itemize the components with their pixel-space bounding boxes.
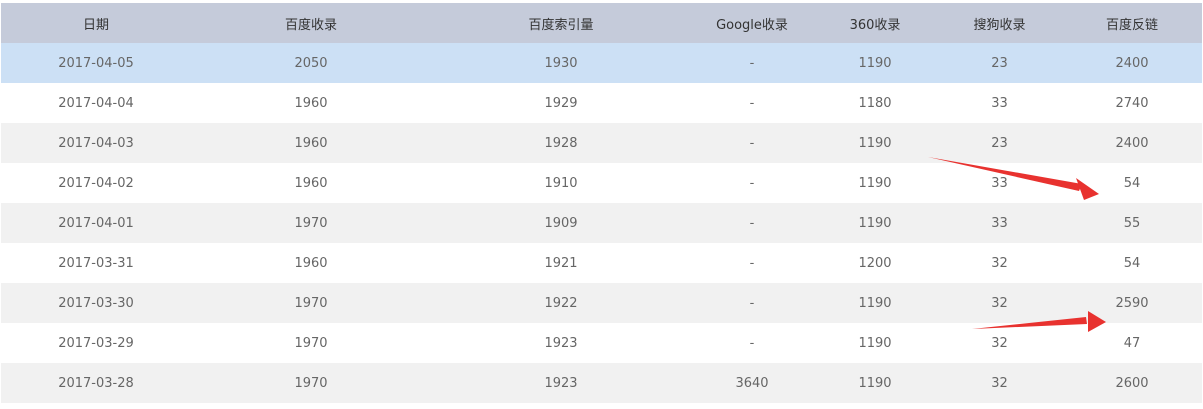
- cell-baidu-indexed: 2050: [294, 55, 328, 71]
- table-row[interactable]: 2017-04-03 1960 1928 - 1190 23 2400: [1, 123, 1202, 163]
- table-body: 2017-04-05 2050 1930 - 1190 23 2400 2017…: [1, 43, 1202, 403]
- cell-360-indexed: 1180: [858, 95, 892, 111]
- table-header-row: 日期 百度收录 百度索引量 Google收录 360收录 搜狗收录 百度反链: [1, 3, 1202, 43]
- seo-stats-table-container: 日期 百度收录 百度索引量 Google收录 360收录 搜狗收录 百度反链 2…: [1, 3, 1202, 403]
- table-row[interactable]: 2017-04-04 1960 1929 - 1180 33 2740: [1, 83, 1202, 123]
- cell-baidu-index-volume: 1922: [544, 295, 578, 311]
- cell-baidu-indexed: 1960: [294, 135, 328, 151]
- cell-date: 2017-03-31: [58, 255, 134, 271]
- table-row[interactable]: 2017-04-05 2050 1930 - 1190 23 2400: [1, 43, 1202, 83]
- cell-google-indexed: -: [749, 255, 755, 271]
- cell-baidu-backlinks: 54: [1123, 255, 1141, 271]
- cell-360-indexed: 1190: [858, 215, 892, 231]
- table-row[interactable]: 2017-03-30 1970 1922 - 1190 32 2590: [1, 283, 1202, 323]
- cell-google-indexed: -: [749, 55, 755, 71]
- column-header-date[interactable]: 日期: [1, 3, 191, 43]
- cell-baidu-backlinks: 47: [1123, 335, 1141, 351]
- cell-baidu-backlinks: 2400: [1115, 55, 1149, 71]
- cell-360-indexed: 1200: [858, 255, 892, 271]
- cell-sogou-indexed: 32: [991, 335, 1008, 351]
- cell-baidu-indexed: 1960: [294, 255, 328, 271]
- cell-sogou-indexed: 32: [991, 295, 1008, 311]
- column-header-baidu-indexed[interactable]: 百度收录: [191, 3, 431, 43]
- cell-date: 2017-03-30: [58, 295, 134, 311]
- cell-baidu-index-volume: 1930: [544, 55, 578, 71]
- cell-baidu-indexed: 1960: [294, 95, 328, 111]
- cell-baidu-index-volume: 1928: [544, 135, 578, 151]
- cell-date: 2017-04-05: [58, 55, 134, 71]
- cell-sogou-indexed: 33: [991, 175, 1008, 191]
- cell-baidu-index-volume: 1929: [544, 95, 578, 111]
- column-header-baidu-backlinks[interactable]: 百度反链: [1062, 3, 1202, 43]
- cell-baidu-index-volume: 1923: [544, 335, 578, 351]
- cell-baidu-backlinks: 2740: [1115, 95, 1149, 111]
- cell-date: 2017-04-02: [58, 175, 134, 191]
- column-header-360-indexed[interactable]: 360收录: [813, 3, 937, 43]
- cell-sogou-indexed: 33: [991, 95, 1008, 111]
- cell-baidu-backlinks: 2400: [1115, 135, 1149, 151]
- cell-baidu-backlinks: 2590: [1115, 295, 1149, 311]
- cell-360-indexed: 1190: [858, 55, 892, 71]
- column-header-baidu-index-volume[interactable]: 百度索引量: [431, 3, 691, 43]
- cell-date: 2017-04-04: [58, 95, 134, 111]
- column-header-sogou-indexed[interactable]: 搜狗收录: [937, 3, 1062, 43]
- table-row[interactable]: 2017-04-02 1960 1910 - 1190 33 54: [1, 163, 1202, 203]
- cell-baidu-indexed: 1960: [294, 175, 328, 191]
- cell-360-indexed: 1190: [858, 335, 892, 351]
- cell-baidu-index-volume: 1921: [544, 255, 578, 271]
- cell-google-indexed: -: [749, 135, 755, 151]
- cell-baidu-indexed: 1970: [294, 375, 328, 391]
- cell-google-indexed: -: [749, 175, 755, 191]
- cell-baidu-indexed: 1970: [294, 295, 328, 311]
- cell-baidu-index-volume: 1923: [544, 375, 578, 391]
- cell-sogou-indexed: 23: [991, 55, 1008, 71]
- cell-google-indexed: -: [749, 295, 755, 311]
- cell-date: 2017-04-01: [58, 215, 134, 231]
- table-row[interactable]: 2017-03-28 1970 1923 3640 1190 32 2600: [1, 363, 1202, 403]
- seo-stats-table: 日期 百度收录 百度索引量 Google收录 360收录 搜狗收录 百度反链 2…: [1, 3, 1202, 403]
- cell-google-indexed: -: [749, 95, 755, 111]
- cell-baidu-backlinks: 2600: [1115, 375, 1149, 391]
- cell-sogou-indexed: 32: [991, 255, 1008, 271]
- cell-google-indexed: -: [749, 215, 755, 231]
- cell-baidu-indexed: 1970: [294, 335, 328, 351]
- cell-360-indexed: 1190: [858, 375, 892, 391]
- cell-google-indexed: -: [749, 335, 755, 351]
- cell-date: 2017-03-28: [58, 375, 134, 391]
- cell-sogou-indexed: 23: [991, 135, 1008, 151]
- cell-baidu-backlinks: 54: [1123, 175, 1141, 191]
- cell-google-indexed: 3640: [735, 375, 769, 391]
- table-row[interactable]: 2017-03-29 1970 1923 - 1190 32 47: [1, 323, 1202, 363]
- table-row[interactable]: 2017-03-31 1960 1921 - 1200 32 54: [1, 243, 1202, 283]
- cell-baidu-index-volume: 1909: [544, 215, 578, 231]
- cell-date: 2017-03-29: [58, 335, 134, 351]
- column-header-google-indexed[interactable]: Google收录: [691, 3, 813, 43]
- cell-sogou-indexed: 32: [991, 375, 1008, 391]
- cell-360-indexed: 1190: [858, 175, 892, 191]
- cell-baidu-index-volume: 1910: [544, 175, 578, 191]
- table-row[interactable]: 2017-04-01 1970 1909 - 1190 33 55: [1, 203, 1202, 243]
- cell-baidu-indexed: 1970: [294, 215, 328, 231]
- cell-date: 2017-04-03: [58, 135, 134, 151]
- cell-360-indexed: 1190: [858, 135, 892, 151]
- cell-sogou-indexed: 33: [991, 215, 1008, 231]
- cell-360-indexed: 1190: [858, 295, 892, 311]
- cell-baidu-backlinks: 55: [1123, 215, 1141, 231]
